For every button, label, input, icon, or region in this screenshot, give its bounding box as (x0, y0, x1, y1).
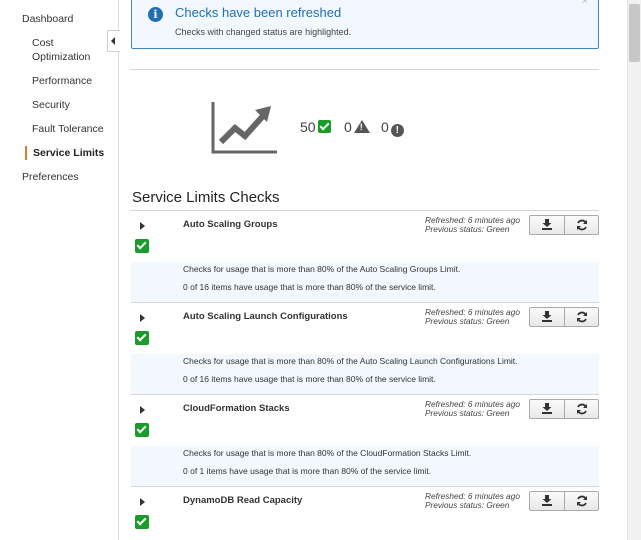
sidebar-item-fault-tolerance[interactable]: Fault Tolerance (32, 122, 104, 136)
check-result: 0 of 1 items have usage that is more tha… (183, 466, 432, 476)
check-name[interactable]: DynamoDB Read Capacity (183, 495, 302, 506)
check-result: 0 of 16 items have usage that is more th… (183, 374, 436, 384)
warning-icon (353, 120, 370, 133)
check-actions (529, 307, 599, 327)
refresh-icon (576, 219, 587, 231)
check-meta: Refreshed: 6 minutes ago Previous status… (425, 492, 520, 510)
check-actions (529, 491, 599, 511)
refresh-icon (576, 403, 587, 415)
refresh-button[interactable] (563, 400, 598, 418)
check-description: Checks for usage that is more than 80% o… (183, 356, 518, 366)
previous-status: Previous status: Green (425, 224, 510, 234)
caret-right-icon[interactable] (140, 406, 145, 414)
sidebar-item-security[interactable]: Security (32, 98, 70, 112)
caret-right-icon[interactable] (140, 498, 145, 506)
download-icon (542, 219, 552, 230)
check-icon (317, 120, 331, 133)
check-item: DynamoDB Read Capacity Refreshed: 6 minu… (131, 486, 599, 538)
sidebar-item-preferences[interactable]: Preferences (22, 170, 79, 184)
caret-right-icon[interactable] (140, 314, 145, 322)
close-icon[interactable]: × (582, 0, 588, 7)
sidebar-item-dashboard[interactable]: Dashboard (22, 12, 73, 26)
active-item-marker (25, 146, 27, 160)
sidebar-item-performance[interactable]: Performance (32, 74, 92, 88)
check-header[interactable]: Auto Scaling Groups Refreshed: 6 minutes… (131, 210, 599, 262)
collapse-sidebar-button[interactable] (107, 30, 120, 52)
download-button[interactable] (530, 216, 564, 234)
ok-summary: 50 (300, 119, 331, 135)
refresh-alert: i Checks have been refreshed Checks with… (131, 0, 599, 49)
check-name[interactable]: CloudFormation Stacks (183, 403, 290, 414)
previous-status: Previous status: Green (425, 316, 510, 326)
download-button[interactable] (530, 492, 564, 510)
download-icon (542, 311, 552, 322)
sidebar-item-cost-optimization[interactable]: Cost Optimization (32, 36, 102, 64)
section-title: Service Limits Checks (132, 189, 280, 206)
check-actions (529, 215, 599, 235)
check-meta: Refreshed: 6 minutes ago Previous status… (425, 308, 520, 326)
refresh-icon (576, 311, 587, 323)
check-icon (135, 515, 149, 529)
refresh-button[interactable] (563, 492, 598, 510)
check-description: Checks for usage that is more than 80% o… (183, 448, 472, 458)
download-button[interactable] (530, 400, 564, 418)
warning-count: 0 (344, 119, 352, 135)
download-icon (542, 495, 552, 506)
error-count: 0 (381, 119, 389, 135)
error-summary: 0! (381, 119, 404, 137)
warning-summary: 0 (344, 119, 370, 135)
alert-title: Checks have been refreshed (175, 5, 342, 20)
check-name[interactable]: Auto Scaling Launch Configurations (183, 311, 348, 322)
check-description: Checks for usage that is more than 80% o… (183, 264, 461, 274)
check-details: Checks for usage that is more than 80% o… (131, 262, 599, 302)
alert-text: Checks with changed status are highlight… (175, 27, 352, 37)
check-icon (135, 331, 149, 345)
check-header[interactable]: CloudFormation Stacks Refreshed: 6 minut… (131, 394, 599, 446)
check-icon (135, 423, 149, 437)
refresh-button[interactable] (563, 216, 598, 234)
info-icon: i (148, 7, 163, 22)
check-details: Checks for usage that is more than 80% o… (131, 446, 599, 486)
download-icon (542, 403, 552, 414)
scrollbar[interactable] (627, 0, 641, 540)
check-header[interactable]: Auto Scaling Launch Configurations Refre… (131, 302, 599, 354)
check-header[interactable]: DynamoDB Read Capacity Refreshed: 6 minu… (131, 486, 599, 538)
previous-status: Previous status: Green (425, 500, 510, 510)
sidebar-nav: Dashboard Cost Optimization Performance … (0, 0, 119, 540)
error-icon: ! (390, 124, 404, 137)
check-item: Auto Scaling Groups Refreshed: 6 minutes… (131, 210, 599, 302)
refresh-icon (576, 495, 587, 507)
trending-chart-icon (211, 102, 277, 154)
check-icon (135, 239, 149, 253)
refresh-button[interactable] (563, 308, 598, 326)
caret-right-icon[interactable] (140, 222, 145, 230)
download-button[interactable] (530, 308, 564, 326)
scrollbar-thumb[interactable] (629, 4, 640, 62)
check-result: 0 of 16 items have usage that is more th… (183, 282, 436, 292)
previous-status: Previous status: Green (425, 408, 510, 418)
check-name[interactable]: Auto Scaling Groups (183, 219, 277, 230)
check-actions (529, 399, 599, 419)
check-item: CloudFormation Stacks Refreshed: 6 minut… (131, 394, 599, 486)
divider (131, 69, 599, 70)
check-item: Auto Scaling Launch Configurations Refre… (131, 302, 599, 394)
ok-count: 50 (300, 119, 316, 135)
sidebar-item-service-limits[interactable]: Service Limits (33, 146, 104, 160)
check-meta: Refreshed: 6 minutes ago Previous status… (425, 216, 520, 234)
check-details: Checks for usage that is more than 80% o… (131, 354, 599, 394)
check-meta: Refreshed: 6 minutes ago Previous status… (425, 400, 520, 418)
